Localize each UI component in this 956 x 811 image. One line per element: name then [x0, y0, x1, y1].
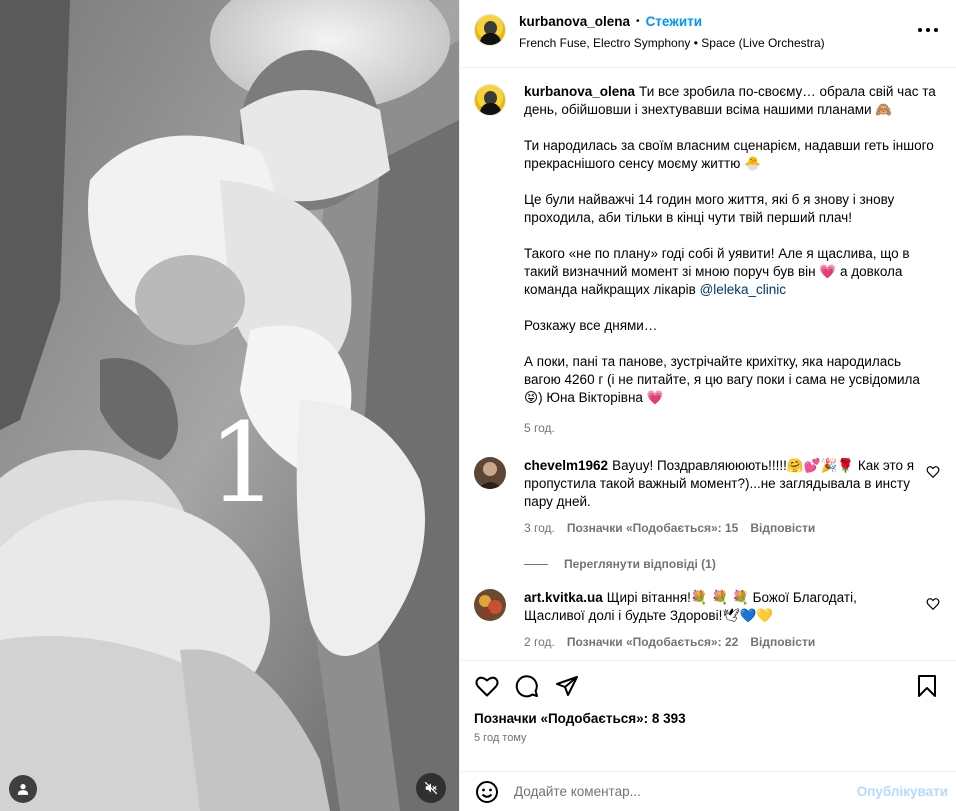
bookmark-icon	[918, 675, 936, 697]
header-text: kurbanova_olena • Стежити French Fuse, E…	[519, 14, 916, 50]
comment-likes[interactable]: Позначки «Подобається»: 22	[567, 633, 738, 651]
more-horizontal-icon	[918, 28, 938, 32]
caption-username[interactable]: kurbanova_olena	[524, 84, 635, 99]
add-comment-bar: Опублікувати	[460, 771, 956, 811]
separator-dot: •	[636, 16, 640, 27]
heart-icon[interactable]	[926, 597, 940, 611]
caption-paragraph: Ти народилась за своїм власним сценарієм…	[524, 138, 938, 171]
avatar[interactable]	[474, 84, 506, 116]
heart-icon[interactable]	[926, 465, 940, 479]
caption-time: 5 год.	[524, 421, 555, 435]
user-tag-icon	[17, 784, 29, 795]
action-icons	[474, 673, 940, 699]
emoji-button[interactable]	[474, 779, 500, 805]
view-replies-button[interactable]: Переглянути відповіді (1)	[524, 557, 940, 571]
comment-time[interactable]: 3 год.	[524, 519, 555, 537]
avatar[interactable]	[474, 14, 506, 46]
comment-username[interactable]: chevelm1962	[524, 458, 608, 473]
comment-icon	[515, 675, 538, 698]
post-dialog: 1 kurbanova_olena • Стежити French Fuse,…	[0, 0, 956, 811]
audio-muted-icon	[424, 781, 438, 795]
caption-paragraph: kurbanova_olena Ти все зробила по-своєму……	[524, 84, 940, 117]
share-button[interactable]	[554, 673, 580, 699]
caption-paragraph: Це були найважчі 14 годин мого життя, як…	[524, 192, 898, 225]
music-info[interactable]: French Fuse, Electro Symphony • Space (L…	[519, 36, 916, 50]
post-comment-button[interactable]: Опублікувати	[857, 784, 948, 799]
comment-input[interactable]	[514, 784, 857, 799]
emoji-icon	[476, 780, 498, 803]
heart-icon	[475, 676, 499, 697]
comment-username[interactable]: art.kvitka.ua	[524, 590, 603, 605]
avatar[interactable]	[474, 589, 506, 621]
caption-paragraph: А поки, пані та панове, зустрічайте крих…	[524, 354, 924, 405]
comment-time[interactable]: 2 год.	[524, 633, 555, 651]
post-side-panel: kurbanova_olena • Стежити French Fuse, E…	[459, 0, 956, 811]
save-button[interactable]	[914, 673, 940, 699]
follow-button[interactable]: Стежити	[646, 14, 702, 30]
caption-paragraph: Розкажу все днями…	[524, 318, 658, 333]
comment-button[interactable]	[514, 673, 540, 699]
user-tag-button[interactable]	[9, 775, 37, 803]
more-options-button[interactable]	[916, 18, 940, 42]
post-date[interactable]: 5 год тому	[474, 732, 940, 744]
caption-paragraph: Такого «не по плану» годі собі й уявити!…	[524, 246, 914, 297]
post-actions: Позначки «Подобається»: 8 393 5 год тому…	[460, 660, 956, 811]
share-icon	[556, 676, 578, 696]
mention-link[interactable]: @leleka_clinic	[700, 282, 787, 297]
author-username[interactable]: kurbanova_olena	[519, 14, 630, 30]
comment-item: chevelm1962 Вауuу! Поздравляююють!!!!!🤗💕🎉…	[474, 457, 940, 537]
replies-divider	[524, 563, 548, 565]
mute-button[interactable]	[416, 773, 446, 803]
reply-button[interactable]: Відповісти	[750, 633, 815, 651]
post-header: kurbanova_olena • Стежити French Fuse, E…	[460, 0, 956, 68]
comments-scroll[interactable]: kurbanova_olena Ти все зробила по-своєму……	[460, 68, 956, 660]
avatar[interactable]	[474, 457, 506, 489]
post-media[interactable]: 1	[0, 0, 459, 811]
like-button[interactable]	[474, 673, 500, 699]
comment-item: art.kvitka.ua Щирі вітання!💐 💐 💐 Божої Бл…	[474, 589, 940, 651]
post-caption: kurbanova_olena Ти все зробила по-своєму……	[474, 84, 940, 437]
image-overlay-number: 1	[208, 399, 278, 527]
comment-likes[interactable]: Позначки «Подобається»: 15	[567, 519, 738, 537]
likes-count[interactable]: Позначки «Подобається»: 8 393	[474, 711, 940, 726]
reply-button[interactable]: Відповісти	[750, 519, 815, 537]
